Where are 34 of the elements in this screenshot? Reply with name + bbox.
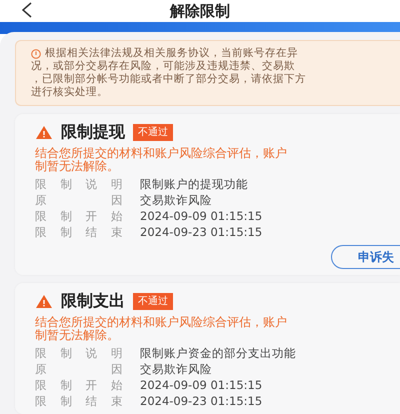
field-label: 原因: [35, 363, 123, 376]
result-message: 结合您所提交的材料和账户风险综合评估，账户: [35, 147, 288, 160]
field-value: 限制账户的提现功能: [140, 178, 248, 191]
notice-text: ，已限制部分帐号功能或者中断了部分交易，请依据下方: [31, 73, 306, 86]
result-message: 结合您所提交的材料和账户风险综合评估，账户: [35, 316, 288, 329]
field-label: 限制结束: [35, 395, 123, 408]
card-title: 限制支出: [61, 290, 125, 312]
field-label: 原因: [35, 194, 123, 207]
field-label: 限制结束: [35, 226, 123, 239]
field-value: 2024-09-09 01:15:15: [140, 210, 262, 223]
result-message: 制暂无法解除。: [35, 329, 120, 342]
status-badge: 不通过: [133, 292, 173, 310]
field-label: 限制说明: [35, 347, 123, 360]
field-value: 2024-09-09 01:15:15: [140, 379, 262, 392]
warning-icon: [35, 294, 53, 308]
info-icon: [31, 48, 41, 58]
field-value: 交易欺诈风险: [140, 194, 212, 207]
page-title: 解除限制: [170, 0, 230, 22]
field-value: 限制账户资金的部分支出功能: [140, 347, 296, 360]
field-label: 限制开始: [35, 210, 123, 223]
appeal-button[interactable]: 申诉失: [331, 245, 400, 269]
warning-icon: [35, 124, 53, 140]
notice-text: 况，或部分交易存在风险，可能涉及违规违禁、交易欺: [31, 60, 295, 73]
field-label: 限制开始: [35, 379, 123, 392]
back-icon[interactable]: [20, 2, 34, 18]
notice-text: 进行核实处理。: [31, 86, 108, 99]
status-badge: 不通过: [133, 124, 173, 140]
field-label: 限制说明: [35, 178, 123, 191]
notice-text: 根据相关法律法规及相关服务协议，当前账号存在异: [45, 47, 298, 60]
result-message: 制暂无法解除。: [35, 160, 120, 173]
field-value: 2024-09-23 01:15:15: [140, 395, 262, 408]
field-value: 2024-09-23 01:15:15: [140, 226, 262, 239]
card-title: 限制提现: [61, 121, 125, 143]
field-value: 交易欺诈风险: [140, 363, 212, 376]
